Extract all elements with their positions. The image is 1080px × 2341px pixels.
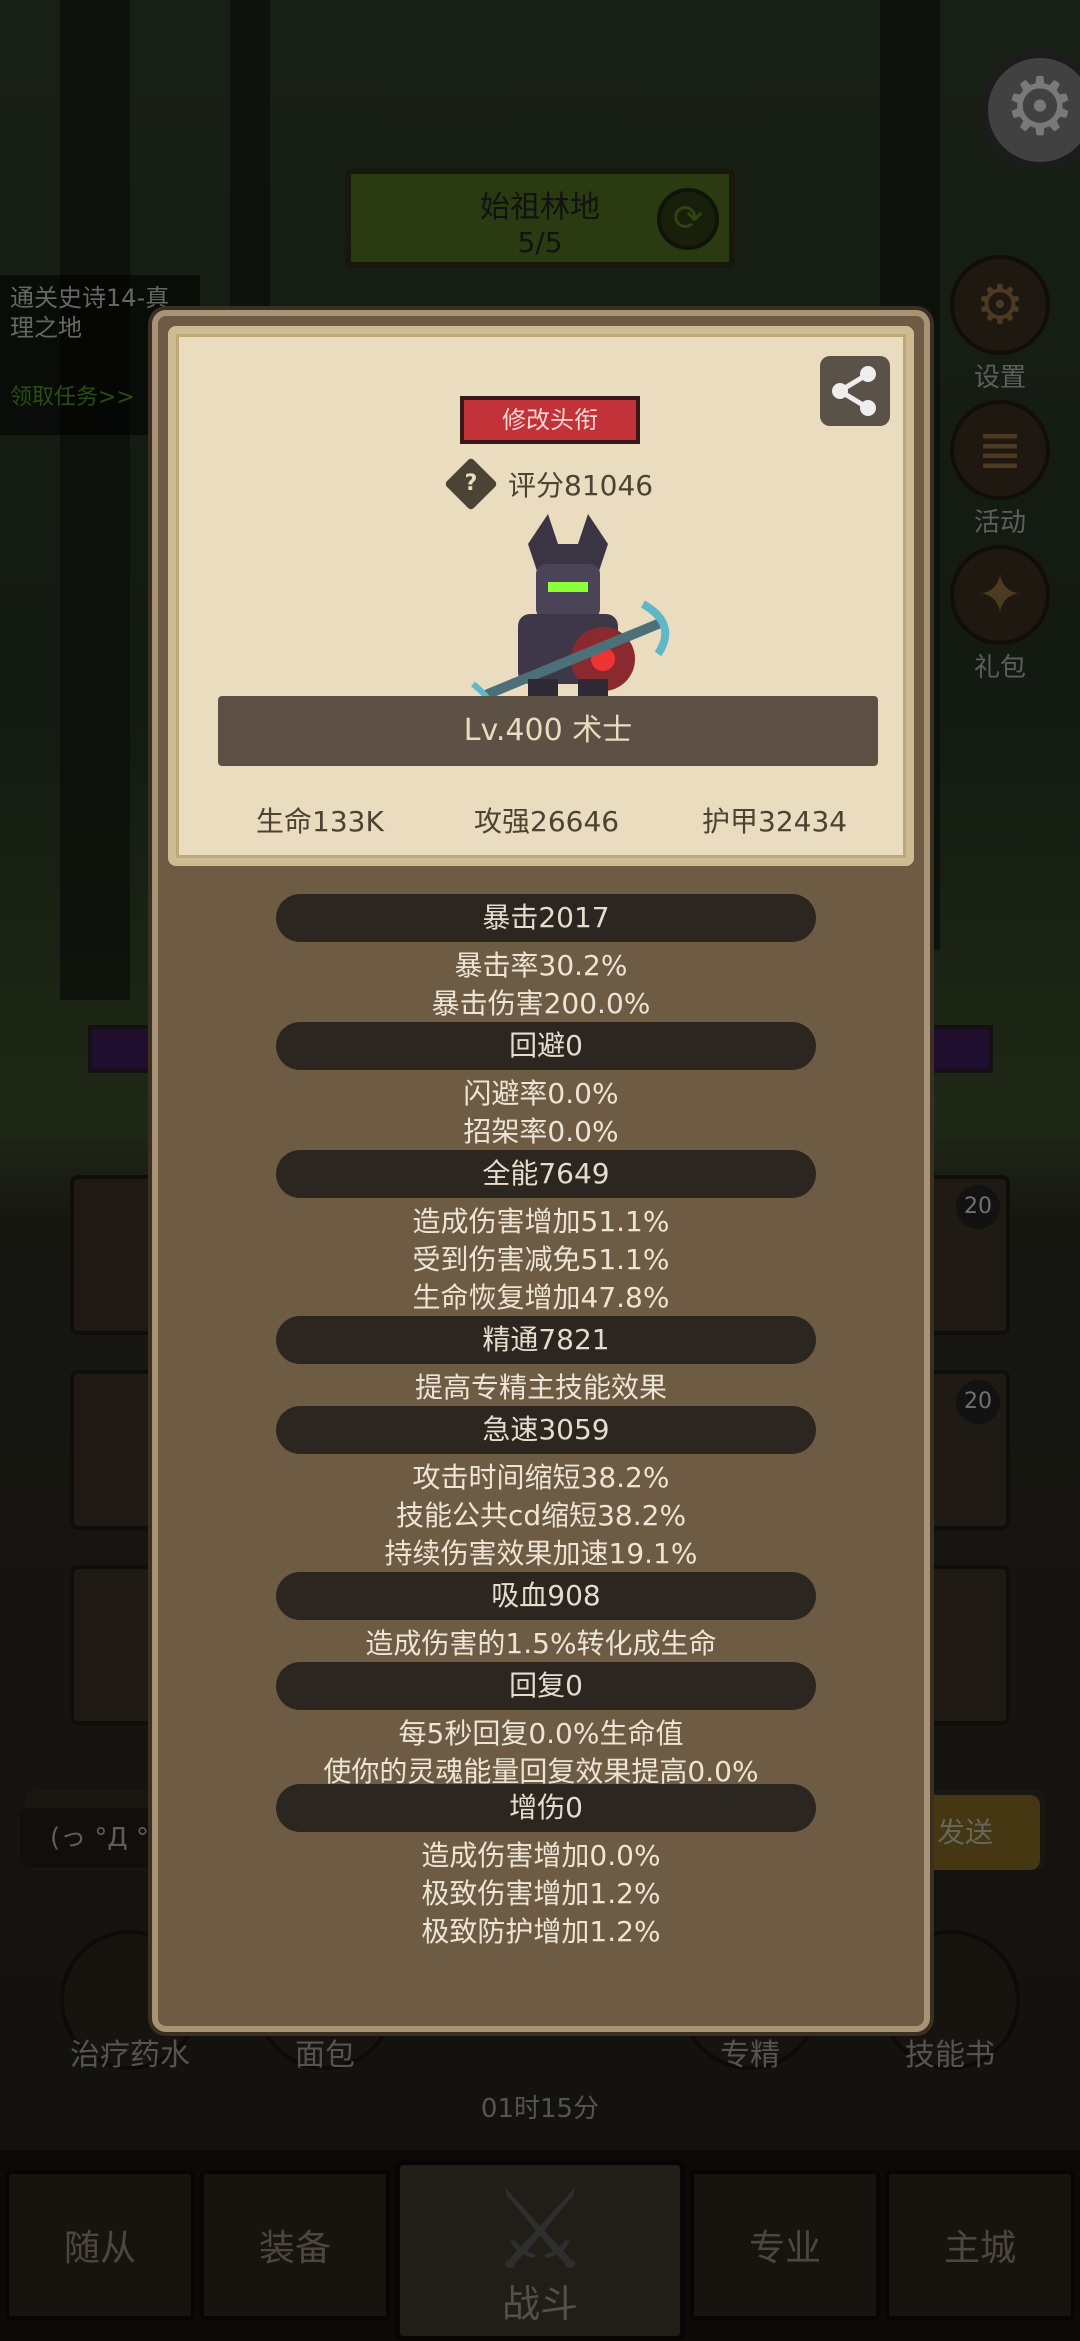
attr-header-regen: 回复0 — [276, 1662, 816, 1710]
attr-line: 每5秒回复0.0%生命值 — [398, 1717, 684, 1750]
attr-header-haste: 急速3059 — [276, 1406, 816, 1454]
edit-title-button[interactable]: 修改头衔 — [460, 396, 640, 444]
attr-header-mastery: 精通7821 — [276, 1316, 816, 1364]
attr-line: 技能公共cd缩短38.2% — [395, 1499, 687, 1532]
attr-line: 生命恢复增加47.8% — [412, 1281, 670, 1314]
attr-line: 极致伤害增加1.2% — [421, 1877, 661, 1910]
armor-stat: 护甲32434 — [702, 805, 848, 838]
attack-stat: 攻强26646 — [474, 805, 620, 838]
attr-line: 持续伤害效果加速19.1% — [384, 1537, 698, 1570]
attr-line: 暴击伤害200.0% — [431, 987, 651, 1020]
score-row: ? 评分81046 — [444, 457, 654, 511]
attr-line: 提高专精主技能效果 — [414, 1371, 667, 1404]
hp-stat: 生命133K — [256, 805, 384, 838]
attr-line: 招架率0.0% — [463, 1115, 619, 1148]
attr-line: 暴击率30.2% — [454, 949, 628, 982]
share-icon — [832, 366, 876, 416]
attr-line: 造成伤害的1.5%转化成生命 — [365, 1627, 717, 1660]
attr-header-dodge: 回避0 — [276, 1022, 816, 1070]
attr-line: 受到伤害减免51.1% — [412, 1243, 670, 1276]
level-class-bar: Lv.400 术士 — [218, 696, 878, 766]
score-text: 评分81046 — [508, 469, 654, 502]
attr-header-versatility: 全能7649 — [276, 1150, 816, 1198]
attr-header-leech: 吸血908 — [276, 1572, 816, 1620]
attr-line: 造成伤害增加51.1% — [412, 1205, 670, 1238]
attr-line: 造成伤害增加0.0% — [421, 1839, 661, 1872]
help-symbol: ? — [464, 471, 478, 496]
attr-header-damage: 增伤0 — [276, 1784, 816, 1832]
character-popup: 修改头衔 ? 评分81046 Lv.400 术士 生命133K 攻强26646 … — [152, 310, 930, 2032]
share-button[interactable] — [820, 356, 890, 426]
help-icon[interactable]: ? — [444, 457, 498, 511]
attr-line: 闪避率0.0% — [463, 1077, 619, 1110]
attr-line: 极致防护增加1.2% — [421, 1915, 661, 1948]
character-card: 修改头衔 ? 评分81046 Lv.400 术士 生命133K 攻强26646 … — [168, 326, 914, 866]
attr-header-crit: 暴击2017 — [276, 894, 816, 942]
attr-line: 攻击时间缩短38.2% — [412, 1461, 670, 1494]
